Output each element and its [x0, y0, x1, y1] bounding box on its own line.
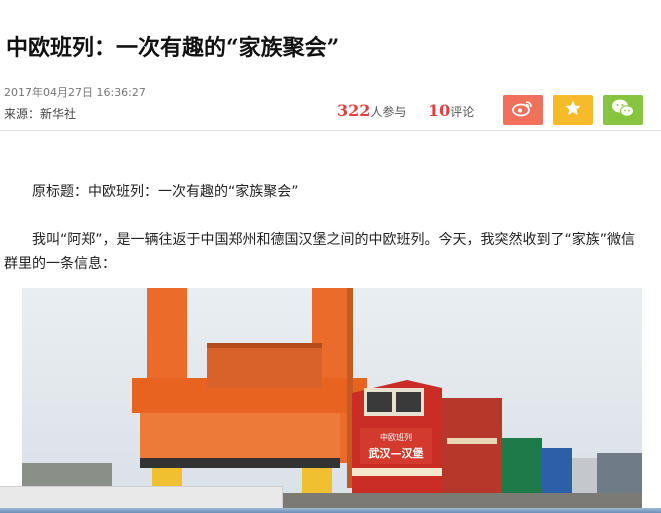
taskbar — [0, 508, 661, 513]
weibo-icon — [512, 99, 534, 121]
comments-stat[interactable]: 10评论 — [428, 101, 474, 120]
article-paragraph: 我叫“阿郑”，是一辆往返于中国郑州和德国汉堡之间的中欧班列。今天，我突然收到了“… — [4, 232, 636, 272]
article-source: 来源：新华社 — [4, 107, 77, 121]
comments-label: 评论 — [450, 105, 475, 119]
locomotive-sign-main: 武汉—汉堡 — [369, 446, 424, 460]
wechat-icon — [611, 98, 635, 122]
publish-timestamp: 2017年04月27日 16:36:27 — [4, 86, 146, 99]
participants-stat[interactable]: 322人参与 — [337, 101, 406, 120]
comments-count: 10 — [428, 101, 451, 120]
share-wechat-button[interactable] — [603, 95, 643, 125]
header-divider — [0, 130, 661, 131]
article-title: 中欧班列：一次有趣的“家族聚会” — [6, 35, 340, 61]
article-paragraph: 原标题：中欧班列：一次有趣的“家族聚会” — [32, 184, 299, 200]
star-icon — [564, 99, 582, 121]
article-photo: 中欧班列 武汉—汉堡 — [22, 288, 642, 513]
participants-label: 人参与 — [370, 105, 407, 119]
status-strip — [0, 486, 283, 509]
locomotive-sign-top: 中欧班列 — [380, 432, 412, 442]
participants-count: 322 — [337, 101, 371, 120]
favorite-button[interactable] — [553, 95, 593, 125]
share-weibo-button[interactable] — [503, 95, 543, 125]
